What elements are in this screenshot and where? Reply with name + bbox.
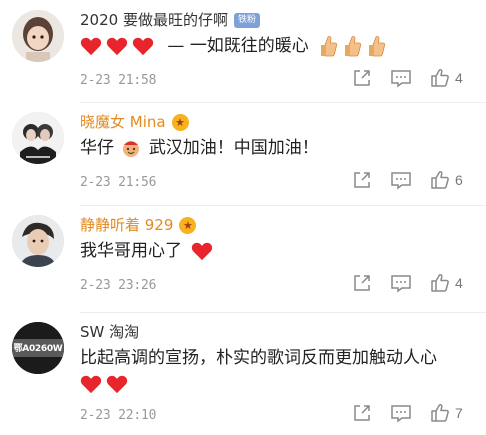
avatar[interactable] [12, 10, 64, 62]
share-icon [354, 275, 370, 291]
comment-text: 武汉加油！中国加油！ [148, 138, 319, 158]
share-button[interactable] [352, 273, 372, 293]
fan-badge: 铁粉 [233, 12, 260, 28]
heart-icon [80, 375, 102, 394]
heart-icon [106, 375, 128, 394]
reply-button[interactable] [390, 403, 412, 423]
comment-time: 2-23 21:58 [80, 73, 157, 88]
comment-time: 2-23 21:56 [80, 175, 157, 190]
comment-text: 比起高调的宣扬，朴实的歌词反而更加触动人心 [80, 348, 437, 368]
vip-icon: ★ [179, 216, 197, 234]
avatar[interactable] [12, 112, 64, 164]
heart-icon [132, 37, 154, 56]
like-icon [431, 69, 449, 87]
avatar-photo [12, 112, 64, 164]
like-count: 7 [455, 405, 463, 421]
heart-icon [106, 37, 128, 56]
comment-item: 静静听着 929 ★ 我华哥用心了 2-23 23:26 4 [0, 205, 486, 312]
share-icon [354, 172, 370, 188]
like-icon [431, 274, 449, 292]
avatar-photo [12, 10, 64, 62]
like-button[interactable]: 6 [430, 170, 463, 190]
comment-text: 我华哥用心了 [80, 241, 182, 261]
reply-icon [391, 405, 411, 423]
comment-item: 鄂A0260W SW 淘淘 比起高调的宣扬，朴实的歌词反而更加触动人心 2-23… [0, 312, 486, 435]
reply-button[interactable] [390, 170, 412, 190]
comment-body: 我华哥用心了 [80, 239, 470, 263]
thumbs-up-icon [345, 36, 362, 57]
avatar[interactable]: 鄂A0260W [12, 322, 64, 374]
share-icon [354, 70, 370, 86]
heart-icon [80, 37, 102, 56]
share-button[interactable] [352, 170, 372, 190]
commenter-name[interactable]: SW 淘淘 [80, 322, 139, 342]
commenter-name[interactable]: 2020 要做最旺的仔啊 [80, 10, 228, 30]
comment-text: 一如既往的暖心 [189, 36, 309, 56]
share-button[interactable] [352, 68, 372, 88]
like-count: 6 [455, 172, 463, 188]
share-icon [354, 405, 370, 421]
heart-icon [192, 242, 213, 261]
comment-time: 2-23 23:26 [80, 278, 157, 293]
reply-icon [391, 70, 411, 88]
comment-time: 2-23 22:10 [80, 408, 157, 423]
commenter-name[interactable]: 静静听着 929 [80, 215, 173, 235]
share-button[interactable] [352, 403, 372, 423]
like-icon [431, 171, 449, 189]
comment-item: 晓魔女 Mina ★ 华仔 武汉加油！中国加油！ 2-23 21:56 6 [0, 102, 486, 205]
comment-actions: 6 [352, 170, 463, 190]
comment-body: 比起高调的宣扬，朴实的歌词反而更加触动人心 [80, 346, 470, 396]
like-icon [431, 404, 449, 422]
comment-actions: 4 [352, 68, 463, 88]
thumbs-up-icon [369, 36, 386, 57]
reply-button[interactable] [390, 273, 412, 293]
like-button[interactable]: 4 [430, 273, 463, 293]
avatar-plate-text: 鄂A0260W [13, 344, 63, 354]
comment-body: — 一如既往的暖心 [80, 34, 470, 58]
vip-icon: ★ [171, 113, 189, 131]
reply-icon [391, 275, 411, 293]
avatar[interactable] [12, 215, 64, 267]
reply-button[interactable] [390, 68, 412, 88]
cheer-icon [123, 141, 140, 157]
comment-text-prefix: 华仔 [80, 138, 114, 158]
comment-item: 2020 要做最旺的仔啊 铁粉 — 一如既往的暖心 2-23 21:58 4 [0, 0, 486, 102]
commenter-name[interactable]: 晓魔女 Mina [80, 112, 166, 132]
comment-body: 华仔 武汉加油！中国加油！ [80, 136, 470, 160]
like-count: 4 [455, 70, 463, 86]
comment-actions: 4 [352, 273, 463, 293]
like-button[interactable]: 7 [430, 403, 463, 423]
avatar-photo [12, 215, 64, 267]
reply-icon [391, 172, 411, 190]
comment-actions: 7 [352, 403, 463, 423]
like-count: 4 [455, 275, 463, 291]
like-button[interactable]: 4 [430, 68, 463, 88]
thumbs-up-icon [321, 36, 338, 57]
